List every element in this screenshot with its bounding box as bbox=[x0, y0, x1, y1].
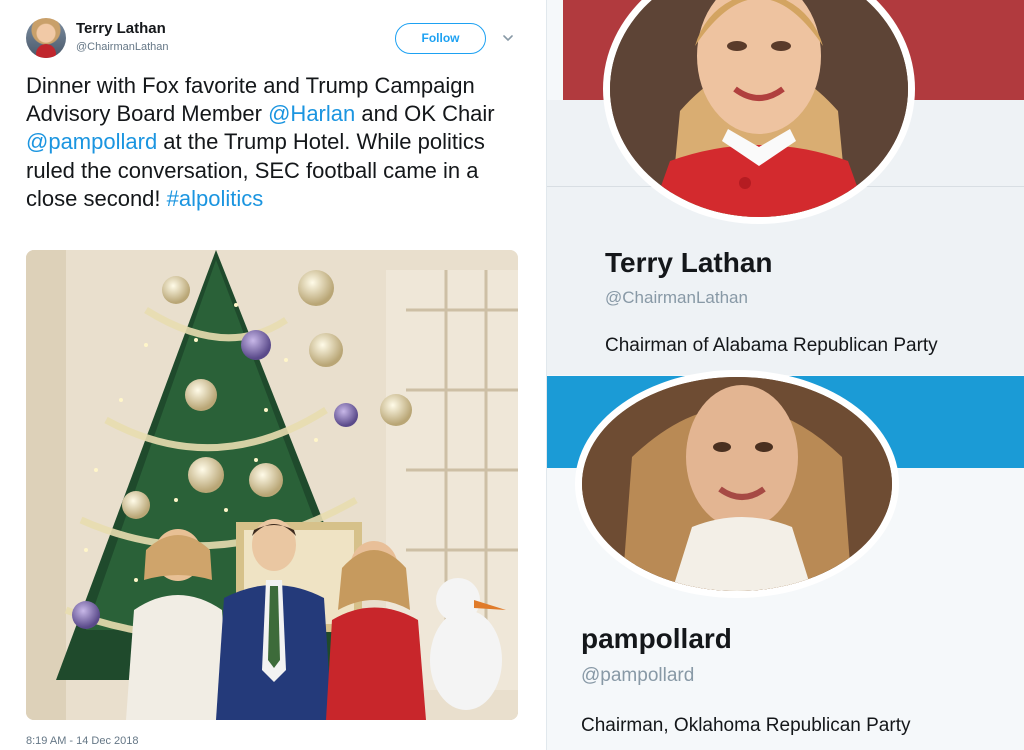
profile-name[interactable]: pampollard bbox=[581, 623, 732, 655]
tweet-text-part: and OK Chair bbox=[355, 101, 495, 127]
mention-link[interactable]: @Harlan bbox=[268, 101, 355, 126]
profile-bio: Chairman of Alabama Republican Party bbox=[605, 335, 938, 356]
author-name[interactable]: Terry Lathan bbox=[76, 20, 166, 37]
profile-name[interactable]: Terry Lathan bbox=[605, 247, 773, 279]
chevron-down-icon[interactable] bbox=[501, 31, 515, 45]
author-handle[interactable]: @ChairmanLathan bbox=[76, 41, 169, 53]
tweet-card: Terry Lathan @ChairmanLathan Follow Dinn… bbox=[0, 0, 546, 750]
profile-panel: Terry Lathan @ChairmanLathan Chairman of… bbox=[546, 0, 1024, 750]
tweet-text: Dinner with Fox favorite and Trump Campa… bbox=[26, 72, 516, 213]
follow-button[interactable]: Follow bbox=[395, 23, 486, 54]
mention-link[interactable]: @pampollard bbox=[26, 129, 157, 154]
profile-bio: Chairman, Oklahoma Republican Party bbox=[581, 715, 911, 736]
author-avatar[interactable] bbox=[26, 18, 66, 58]
tweet-photo[interactable] bbox=[26, 250, 518, 720]
profile-photo[interactable] bbox=[575, 370, 899, 598]
tweet-timestamp[interactable]: 8:19 AM - 14 Dec 2018 bbox=[26, 735, 139, 747]
profile-handle[interactable]: @ChairmanLathan bbox=[605, 288, 748, 308]
hashtag-link[interactable]: #alpolitics bbox=[167, 186, 264, 211]
profile-handle[interactable]: @pampollard bbox=[581, 665, 694, 687]
